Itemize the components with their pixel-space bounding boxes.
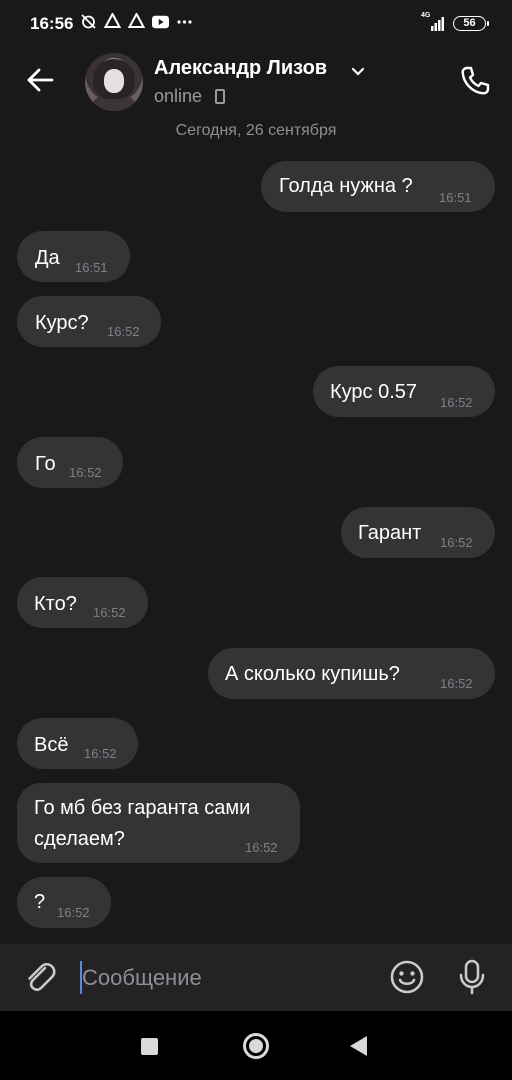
message-input[interactable]: [78, 960, 368, 996]
status-time: 16:56: [30, 14, 74, 33]
attach-button[interactable]: [22, 958, 60, 996]
nav-back-button[interactable]: [350, 1036, 367, 1056]
message-outgoing[interactable]: Гарант 16:52: [341, 507, 495, 558]
system-nav-bar: [0, 1011, 512, 1080]
message-time: 16:52: [57, 905, 90, 920]
message-time: 16:52: [440, 535, 473, 550]
message-time: 16:52: [440, 395, 473, 410]
status-bar: 16:56 4G 56: [0, 0, 512, 48]
phone-icon: [461, 66, 490, 95]
message-incoming[interactable]: Го 16:52: [17, 437, 123, 488]
contact-name[interactable]: Александр Лизов: [154, 57, 327, 80]
battery-indicator: 56: [453, 15, 489, 31]
message-text: ?: [34, 891, 46, 913]
message-time: 16:52: [440, 676, 473, 691]
alarm-off-icon: [80, 13, 97, 30]
message-time: 16:52: [69, 465, 102, 480]
message-time: 16:51: [75, 260, 108, 275]
message-incoming[interactable]: Курс? 16:52: [17, 296, 161, 347]
chat-header: Александр Лизов online: [0, 48, 512, 118]
message-time: 16:52: [107, 324, 140, 339]
message-text: Го: [35, 453, 56, 475]
signal-icon: 4G: [421, 12, 445, 31]
back-button[interactable]: [22, 62, 58, 98]
emoji-icon: [390, 960, 424, 994]
message-incoming[interactable]: ? 16:52: [17, 877, 111, 928]
message-composer: [0, 944, 512, 1011]
recents-button[interactable]: [141, 1038, 158, 1055]
message-outgoing[interactable]: Голда нужна ? 16:51: [261, 161, 495, 212]
message-text: Да: [35, 247, 60, 269]
message-text: Кто?: [34, 593, 77, 615]
message-text: Го мб без гаранта сами: [34, 797, 251, 819]
home-button[interactable]: [243, 1033, 269, 1059]
message-incoming[interactable]: Го мб без гаранта сами сделаем? 16:52: [17, 783, 300, 863]
message-text: А сколько купишь?: [225, 663, 400, 685]
date-separator: Сегодня, 26 сентября: [175, 122, 337, 139]
message-incoming[interactable]: Да 16:51: [17, 231, 130, 282]
message-incoming[interactable]: Кто? 16:52: [17, 577, 148, 628]
chevron-down-icon[interactable]: [351, 64, 365, 82]
message-text: Голда нужна ?: [279, 175, 413, 197]
youtube-icon: [152, 13, 169, 30]
message-incoming[interactable]: Всё 16:52: [17, 718, 138, 769]
message-text: Курс 0.57: [330, 381, 418, 403]
recycle-icon: [128, 13, 145, 30]
message-text: Всё: [34, 734, 69, 756]
message-text: Гарант: [358, 522, 422, 544]
message-time: 16:52: [245, 840, 278, 855]
emoji-button[interactable]: [388, 958, 426, 996]
message-time: 16:52: [93, 605, 126, 620]
message-outgoing[interactable]: А сколько купишь? 16:52: [208, 648, 495, 699]
call-button[interactable]: [456, 62, 494, 100]
message-time: 16:52: [84, 746, 117, 761]
microphone-icon: [459, 959, 485, 995]
more-dots-icon: [176, 13, 193, 30]
paperclip-icon: [28, 962, 56, 991]
back-arrow-icon: [27, 68, 54, 92]
message-text: сделаем?: [34, 828, 125, 850]
message-time: 16:51: [439, 190, 472, 205]
recycle-icon: [104, 13, 121, 30]
mobile-device-icon: [215, 89, 225, 104]
avatar[interactable]: [85, 53, 143, 111]
message-outgoing[interactable]: Курс 0.57 16:52: [313, 366, 495, 417]
message-text: Курс?: [35, 312, 89, 334]
contact-status: online: [154, 86, 203, 106]
voice-message-button[interactable]: [453, 958, 491, 996]
